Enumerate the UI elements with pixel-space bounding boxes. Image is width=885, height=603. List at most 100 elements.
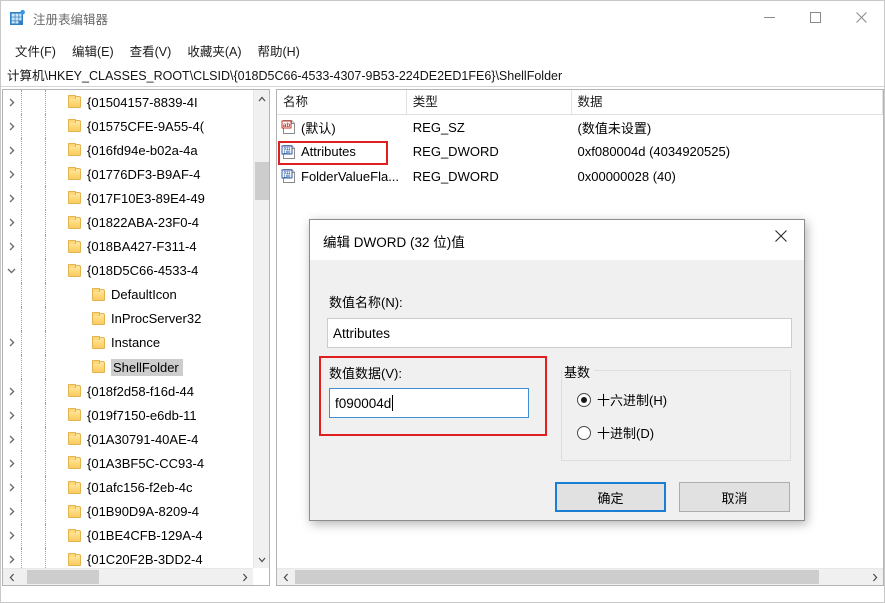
list-hscroll-thumb[interactable] [295, 570, 819, 584]
value-data-input[interactable]: f090004d [329, 388, 529, 418]
edit-dword-dialog: 编辑 DWORD (32 位)值 数值名称(N): Attributes 数值数… [309, 219, 805, 521]
tree-vertical-scrollbar[interactable] [253, 90, 269, 568]
tree-item[interactable]: Instance [3, 330, 255, 356]
tree-guide-line [21, 451, 22, 476]
tree-item[interactable]: {01575CFE-9A55-4( [3, 114, 255, 139]
tree-item[interactable]: {019f7150-e6db-11 [3, 403, 255, 428]
chevron-right-icon[interactable] [3, 480, 19, 496]
chevron-right-icon[interactable] [3, 118, 19, 134]
registry-values-list[interactable]: ab (默认) REG_SZ (数值未设置) 011 100 Attributes REG_D… [277, 115, 883, 189]
chevron-right-icon[interactable] [3, 383, 19, 399]
tree-guide-line [45, 330, 46, 356]
column-header-name[interactable]: 名称 [277, 90, 407, 115]
base-group-box [561, 370, 791, 461]
chevron-right-icon[interactable] [3, 190, 19, 206]
menu-view[interactable]: 查看(V) [122, 39, 180, 62]
radio-hexadecimal[interactable]: 十六进制(H) [577, 390, 667, 409]
folder-icon [67, 432, 83, 446]
chevron-right-icon[interactable] [3, 528, 19, 544]
chevron-right-icon[interactable] [3, 166, 19, 182]
column-header-data[interactable]: 数据 [572, 90, 883, 115]
tree-guide-line [21, 138, 22, 163]
chevron-right-icon[interactable] [3, 455, 19, 471]
tree-scroll-left-button[interactable] [3, 569, 20, 585]
text-caret [392, 395, 394, 411]
pane-splitter[interactable] [271, 89, 275, 586]
close-button[interactable] [838, 1, 884, 33]
tree-item[interactable]: DefaultIcon [3, 282, 255, 307]
ok-button[interactable]: 确定 [555, 482, 666, 512]
chevron-down-icon[interactable] [3, 263, 19, 279]
registry-value-row[interactable]: 011 100 FolderValueFla... REG_DWORD 0x000000… [277, 164, 883, 189]
chevron-right-icon[interactable] [3, 335, 19, 351]
menu-favorites[interactable]: 收藏夹(A) [179, 39, 249, 62]
tree-horizontal-scrollbar[interactable] [3, 568, 253, 585]
tree-guide-line [45, 234, 46, 259]
registry-value-row[interactable]: ab (默认) REG_SZ (数值未设置) [277, 115, 883, 140]
value-name-input[interactable]: Attributes [327, 318, 792, 348]
radio-hexadecimal-label: 十六进制(H) [597, 393, 668, 408]
tree-scroll-up-button[interactable] [254, 90, 269, 107]
column-header-type[interactable]: 类型 [407, 90, 572, 115]
string-value-icon: ab [281, 119, 297, 135]
value-name-text: (默认) [301, 120, 336, 136]
chevron-right-icon[interactable] [3, 142, 19, 158]
registry-value-row[interactable]: 011 100 Attributes REG_DWORD 0xf080004d (403… [277, 140, 883, 165]
chevron-right-icon[interactable] [3, 94, 19, 110]
tree-guide-line [45, 475, 46, 500]
tree-scroll-right-button[interactable] [236, 569, 253, 585]
minimize-button[interactable] [746, 1, 792, 33]
folder-icon [91, 360, 107, 374]
list-scroll-right-button[interactable] [866, 569, 883, 585]
tree-item[interactable]: {01504157-8839-4I [3, 90, 255, 115]
svg-text:ab: ab [283, 122, 291, 129]
tree-scroll-down-button[interactable] [254, 551, 269, 568]
tree-item[interactable]: {01B90D9A-8209-4 [3, 499, 255, 524]
menu-file[interactable]: 文件(F) [7, 39, 64, 62]
tree-item[interactable]: {01A3BF5C-CC93-4 [3, 451, 255, 476]
tree-item[interactable]: ShellFolder [3, 355, 255, 380]
folder-icon [67, 191, 83, 205]
window-controls [746, 1, 884, 33]
tree-item[interactable]: {018BA427-F311-4 [3, 234, 255, 259]
folder-icon [67, 119, 83, 133]
tree-item[interactable]: {018D5C66-4533-4 [3, 258, 255, 283]
chevron-right-icon[interactable] [3, 215, 19, 231]
address-bar[interactable]: 计算机\HKEY_CLASSES_ROOT\CLSID\{018D5C66-45… [1, 63, 884, 87]
tree-item[interactable]: {01afc156-f2eb-4c [3, 475, 255, 500]
tree-item[interactable]: {01BE4CFB-129A-4 [3, 523, 255, 548]
chevron-right-icon[interactable] [3, 552, 19, 568]
tree-item[interactable]: {01776DF3-B9AF-4 [3, 162, 255, 187]
cancel-button[interactable]: 取消 [679, 482, 790, 512]
tree-item-label: {01A30791-40AE-4 [87, 431, 199, 447]
registry-tree[interactable]: {01504157-8839-4I {01575CFE-9A55-4({016fd… [3, 90, 255, 568]
tree-guide-line [45, 282, 46, 307]
tree-guide-line [45, 355, 46, 380]
tree-item[interactable]: InProcServer32 [3, 306, 255, 331]
tree-item[interactable]: {01C20F2B-3DD2-4 [3, 547, 255, 568]
chevron-right-icon[interactable] [3, 239, 19, 255]
tree-item[interactable]: {01822ABA-23F0-4 [3, 210, 255, 235]
menu-edit[interactable]: 编辑(E) [64, 39, 122, 62]
tree-item[interactable]: {016fd94e-b02a-4a [3, 138, 255, 163]
list-horizontal-scrollbar[interactable] [277, 568, 883, 585]
tree-item[interactable]: {017F10E3-89E4-49 [3, 186, 255, 211]
tree-hscroll-thumb[interactable] [27, 570, 99, 584]
tree-item-label: {01A3BF5C-CC93-4 [87, 455, 205, 471]
list-scroll-left-button[interactable] [277, 569, 294, 585]
chevron-right-icon[interactable] [3, 431, 19, 447]
tree-item-label: {017F10E3-89E4-49 [87, 190, 205, 206]
chevron-right-icon[interactable] [3, 407, 19, 423]
radio-decimal[interactable]: 十进制(D) [577, 423, 654, 442]
menu-help[interactable]: 帮助(H) [249, 39, 307, 62]
tree-item[interactable]: {018f2d58-f16d-44 [3, 379, 255, 404]
tree-scroll-thumb[interactable] [255, 162, 269, 200]
dialog-close-button[interactable] [758, 220, 804, 252]
chevron-right-icon[interactable] [3, 504, 19, 520]
maximize-button[interactable] [792, 1, 838, 33]
radio-hexadecimal-indicator [577, 392, 591, 407]
tree-item[interactable]: {01A30791-40AE-4 [3, 427, 255, 452]
